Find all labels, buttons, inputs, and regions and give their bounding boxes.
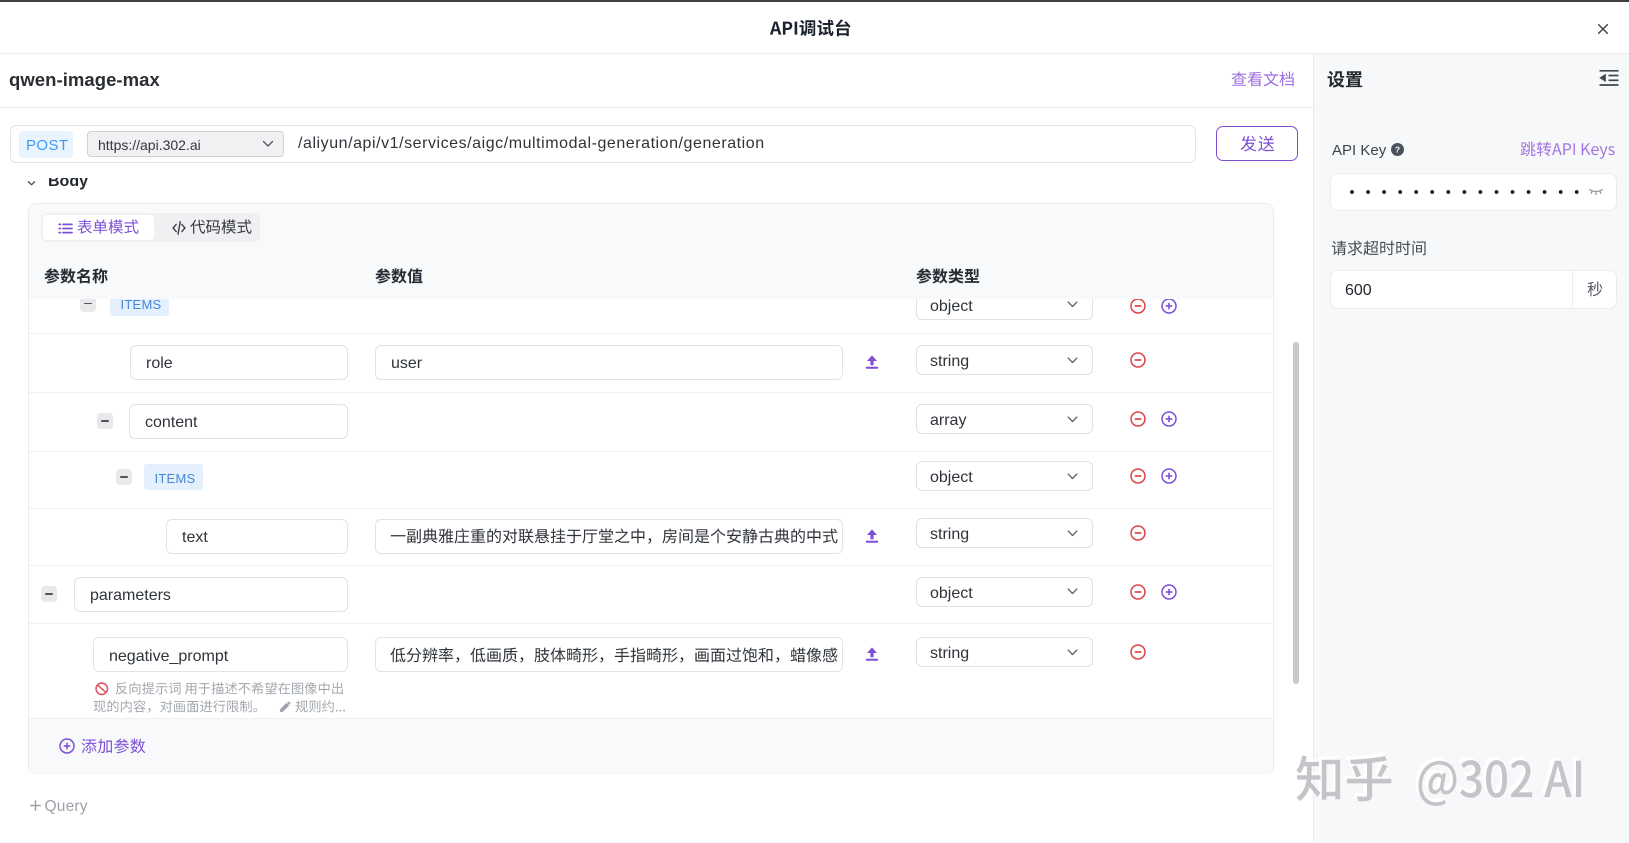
svg-text:?: ? xyxy=(1395,144,1400,154)
